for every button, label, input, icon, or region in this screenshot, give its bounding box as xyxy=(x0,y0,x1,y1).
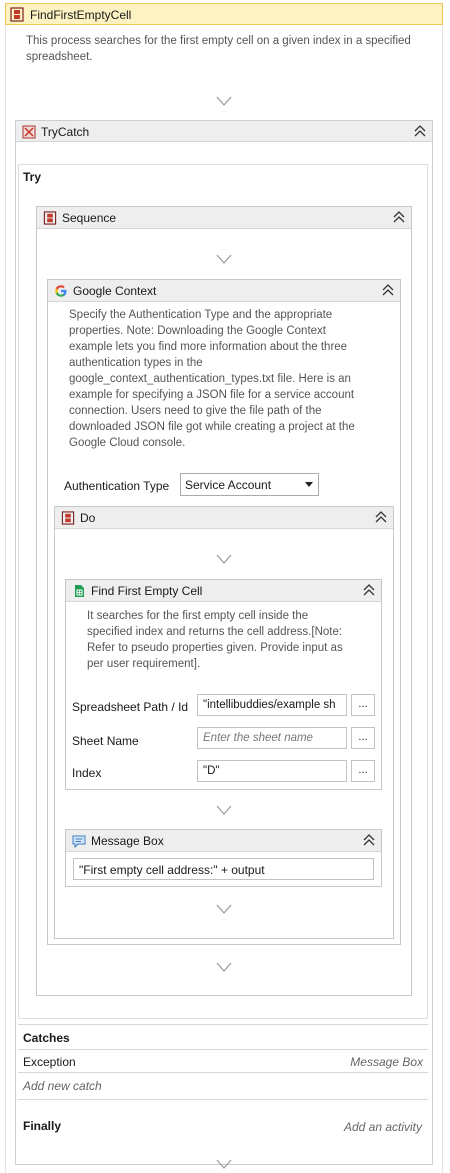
google-context-header[interactable]: Google Context xyxy=(48,280,400,302)
collapse-icon[interactable] xyxy=(392,210,406,224)
do-header[interactable]: Do xyxy=(55,507,393,529)
index-input[interactable]: "D" xyxy=(197,760,347,782)
workflow-header[interactable]: FindFirstEmptyCell xyxy=(5,3,443,25)
index-browse-button[interactable]: ... xyxy=(351,760,375,782)
sequence-title: Sequence xyxy=(62,211,117,225)
workflow-description: This process searches for the first empt… xyxy=(26,35,411,63)
sequence-icon xyxy=(10,7,24,22)
add-activity-link[interactable]: Add an activity xyxy=(344,1120,422,1134)
exception-label: Exception xyxy=(23,1055,76,1069)
spreadsheet-path-label: Spreadsheet Path / Id xyxy=(72,700,189,714)
message-icon xyxy=(72,835,86,848)
finally-divider xyxy=(18,1099,428,1100)
sequence-icon xyxy=(61,511,75,525)
trycatch-header[interactable]: TryCatch xyxy=(16,121,432,142)
find-cell-title: Find First Empty Cell xyxy=(91,584,203,598)
find-cell-header[interactable]: Find First Empty Cell xyxy=(66,580,381,602)
message-box-title: Message Box xyxy=(91,834,164,848)
sequence-header[interactable]: Sequence xyxy=(37,207,411,229)
try-label: Try xyxy=(23,170,42,184)
collapse-icon[interactable] xyxy=(374,510,388,524)
finally-label: Finally xyxy=(23,1119,62,1133)
catches-divider xyxy=(18,1024,428,1025)
trycatch-title: TryCatch xyxy=(41,125,90,139)
message-box-header[interactable]: Message Box xyxy=(66,830,381,852)
google-context-description: Specify the Authentication Type and the … xyxy=(69,309,355,449)
chevron-down-icon xyxy=(305,482,313,487)
spreadsheet-path-input[interactable]: "intellibuddies/example sh xyxy=(197,694,347,716)
flow-arrow xyxy=(216,1159,232,1169)
auth-type-value: Service Account xyxy=(185,478,272,492)
trycatch-icon xyxy=(22,125,36,139)
add-new-catch-link[interactable]: Add new catch xyxy=(23,1079,102,1093)
sequence-icon xyxy=(43,211,57,225)
google-icon xyxy=(55,285,67,297)
exception-handler-label: Message Box xyxy=(350,1055,423,1069)
collapse-icon[interactable] xyxy=(381,283,395,297)
index-label: Index xyxy=(72,766,102,780)
flow-arrow xyxy=(216,904,232,914)
flow-arrow xyxy=(216,554,232,564)
spreadsheet-path-browse-button[interactable]: ... xyxy=(351,694,375,716)
exception-catch-row[interactable]: Exception Message Box xyxy=(18,1050,428,1072)
sheet-name-label: Sheet Name xyxy=(72,734,139,748)
collapse-icon[interactable] xyxy=(362,833,376,847)
workflow-title: FindFirstEmptyCell xyxy=(30,8,132,22)
catches-label: Catches xyxy=(23,1031,70,1045)
find-cell-description: It searches for the first empty cell ins… xyxy=(87,610,343,670)
google-sheets-icon xyxy=(75,585,84,597)
sheet-name-browse-button[interactable]: ... xyxy=(351,727,375,749)
auth-type-label: Authentication Type xyxy=(64,479,170,493)
flow-arrow xyxy=(216,962,232,972)
auth-type-select[interactable]: Service Account xyxy=(180,473,319,496)
collapse-icon[interactable] xyxy=(413,124,427,138)
sheet-name-input[interactable]: Enter the sheet name xyxy=(197,727,347,749)
collapse-icon[interactable] xyxy=(362,583,376,597)
google-context-title: Google Context xyxy=(73,284,157,298)
do-title: Do xyxy=(80,511,96,525)
catches-row-divider xyxy=(18,1072,428,1073)
flow-arrow xyxy=(216,254,232,264)
flow-arrow xyxy=(216,805,232,815)
message-text-input[interactable]: "First empty cell address:" + output xyxy=(73,858,374,880)
flow-arrow xyxy=(216,96,232,106)
